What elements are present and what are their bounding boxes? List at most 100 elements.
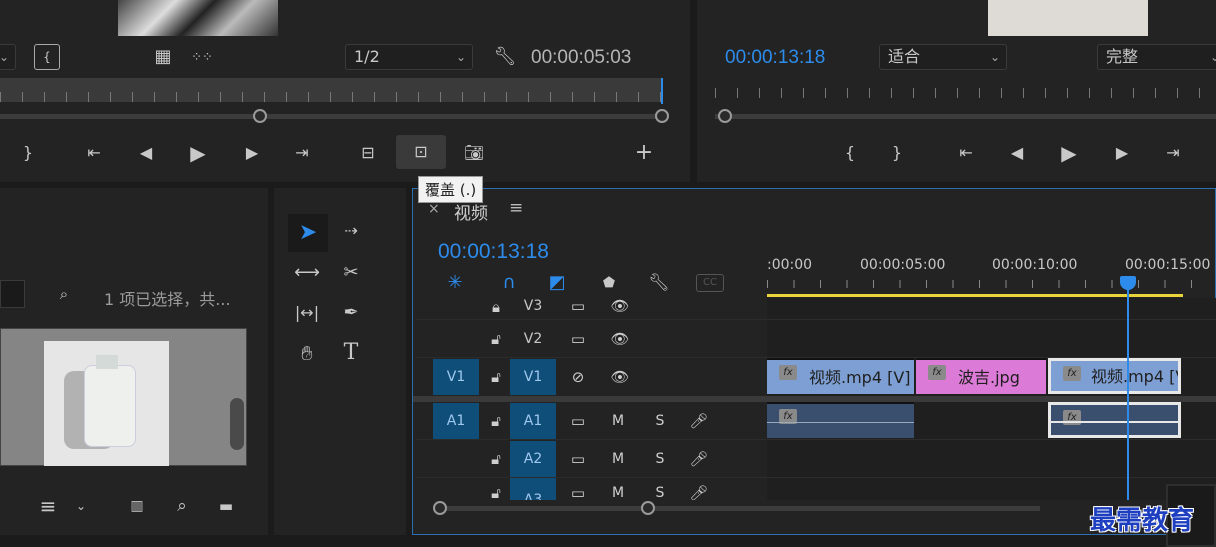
project-search-field[interactable] — [0, 280, 25, 308]
clip-video-2[interactable]: fx 视频.mp4 [V] — [1048, 358, 1181, 394]
source-zoom-dropdown[interactable]: ⌄ — [0, 44, 16, 70]
step-forward-icon[interactable]: ▶︎ — [1108, 139, 1136, 167]
chevron-down-icon[interactable]: ⌄ — [72, 494, 90, 518]
toggle-sync-lock-icon[interactable]: ▭ — [565, 482, 591, 500]
program-zoom-scrollbar[interactable] — [715, 114, 1216, 119]
mark-out-icon[interactable]: } — [14, 139, 42, 167]
play-icon[interactable]: ▶︎ — [184, 139, 212, 167]
go-to-in-icon[interactable]: ⇤ — [80, 139, 108, 167]
type-tool-icon[interactable]: T — [336, 338, 366, 368]
pen-tool-icon[interactable]: ✒︎ — [336, 298, 366, 328]
project-scrollbar[interactable] — [230, 398, 244, 450]
source-resolution-dropdown[interactable]: 1/2 ⌄ — [345, 44, 473, 70]
timeline-timecode[interactable]: 00:00:13:18 — [438, 240, 549, 264]
find-bin-icon[interactable]: ⌕ — [52, 282, 76, 306]
slip-tool-icon[interactable]: |↔| — [292, 298, 322, 328]
mute-button[interactable]: M — [607, 410, 629, 432]
mark-in-icon[interactable]: { — [836, 139, 864, 167]
mute-button[interactable]: M — [607, 482, 629, 500]
close-tab-icon[interactable]: × — [428, 201, 440, 217]
film-icon[interactable]: ▦ — [150, 44, 176, 70]
track-name[interactable]: A3 — [510, 478, 556, 500]
audio-clip-2[interactable]: fx — [1048, 402, 1181, 438]
lock-icon[interactable]: 🔓︎ — [485, 448, 507, 470]
captions-icon[interactable]: CC — [696, 274, 724, 292]
audio-clip-1[interactable]: fx — [767, 402, 914, 438]
sort-icon[interactable]: ≡ — [36, 494, 60, 518]
track-name[interactable]: V2 — [510, 321, 556, 357]
hand-tool-icon[interactable]: ✋︎ — [292, 338, 322, 368]
lock-icon[interactable]: 🔓︎ — [485, 410, 507, 432]
timeline-zoom-handle-right[interactable] — [641, 501, 655, 515]
automate-to-sequence-icon[interactable]: ▥ — [124, 494, 150, 518]
timeline-menu-icon[interactable]: ≡ — [509, 198, 523, 218]
mute-button[interactable]: M — [607, 448, 629, 470]
source-patch-v1[interactable]: V1 — [433, 359, 479, 395]
add-marker-icon[interactable]: ⬟ — [598, 271, 620, 295]
timeline-zoom-handle-left[interactable] — [433, 501, 447, 515]
microphone-icon[interactable]: 🎤︎ — [687, 410, 711, 432]
lock-icon[interactable]: 🔒︎ — [485, 298, 507, 316]
media-thumbnail[interactable] — [44, 341, 169, 466]
track-name[interactable]: V3 — [510, 292, 556, 320]
clip-image[interactable]: fx 波吉.jpg — [916, 358, 1046, 394]
ripple-edit-tool-icon[interactable]: ⟷ — [292, 258, 322, 288]
work-area-bar[interactable] — [767, 294, 1183, 297]
eye-icon[interactable]: 👁︎ — [607, 328, 633, 350]
go-to-in-icon[interactable]: ⇤ — [952, 139, 980, 167]
wrench-icon[interactable]: 🔧︎ — [492, 44, 518, 70]
track-name[interactable]: A1 — [510, 403, 556, 439]
toggle-sync-lock-icon[interactable]: ▭ — [565, 448, 591, 470]
eye-icon[interactable]: 👁︎ — [607, 294, 633, 318]
eye-icon[interactable]: 👁︎ — [607, 366, 633, 388]
audio-waveform-icon[interactable]: ⁘⁘ — [188, 44, 216, 70]
drag-video-icon[interactable]: { — [34, 44, 60, 70]
step-forward-icon[interactable]: ▶︎ — [238, 139, 266, 167]
timeline-settings-icon[interactable]: 🔧︎ — [646, 271, 672, 295]
lock-icon[interactable]: 🔓︎ — [485, 482, 507, 500]
play-icon[interactable]: ▶︎ — [1055, 139, 1083, 167]
new-bin-icon[interactable]: ▬ — [214, 494, 238, 518]
lock-icon[interactable]: 🔓︎ — [485, 366, 507, 388]
solo-button[interactable]: S — [649, 448, 671, 470]
source-zoom-scrollbar[interactable] — [0, 114, 663, 119]
source-zoom-handle-right[interactable] — [655, 109, 669, 123]
microphone-icon[interactable]: 🎤︎ — [687, 482, 711, 500]
nest-insert-icon[interactable]: ✳︎ — [442, 271, 468, 295]
camera-icon[interactable]: 📷︎ — [460, 139, 488, 167]
go-to-out-icon[interactable]: ⇥ — [288, 139, 316, 167]
razor-tool-icon[interactable]: ✂︎ — [336, 258, 366, 288]
step-back-icon[interactable]: ◀︎ — [132, 139, 160, 167]
clip-video-1[interactable]: fx 视频.mp4 [V] — [767, 358, 914, 394]
solo-button[interactable]: S — [649, 482, 671, 500]
lock-icon[interactable]: 🔓︎ — [485, 328, 507, 350]
track-select-tool-icon[interactable]: ⇢ — [336, 216, 366, 246]
program-zoom-handle-left[interactable] — [718, 109, 732, 123]
timeline-zoom-scrollbar[interactable] — [440, 506, 1040, 511]
mark-out-icon[interactable]: } — [883, 139, 911, 167]
selection-tool-icon[interactable]: ➤ — [288, 214, 328, 252]
toggle-sync-lock-icon[interactable]: ⊘ — [565, 366, 591, 388]
source-patch-a1[interactable]: A1 — [433, 403, 479, 439]
toggle-sync-lock-icon[interactable]: ▭ — [565, 294, 591, 318]
go-to-out-icon[interactable]: ⇥ — [1159, 139, 1187, 167]
microphone-icon[interactable]: 🎤︎ — [687, 448, 711, 470]
timeline-ruler-ticks[interactable] — [767, 280, 1216, 288]
track-name[interactable]: V1 — [510, 359, 556, 395]
solo-button[interactable]: S — [649, 410, 671, 432]
program-timecode[interactable]: 00:00:13:18 — [725, 47, 825, 69]
toggle-sync-lock-icon[interactable]: ▭ — [565, 410, 591, 432]
insert-icon[interactable]: ⊟ — [354, 139, 382, 167]
overwrite-icon[interactable]: ⊡ — [396, 135, 446, 169]
source-playhead[interactable] — [661, 78, 663, 104]
step-back-icon[interactable]: ◀︎ — [1003, 139, 1031, 167]
add-button-icon[interactable]: + — [630, 139, 658, 167]
program-time-ruler[interactable] — [715, 88, 1216, 102]
search-icon[interactable]: ⌕ — [170, 494, 194, 518]
source-zoom-handle-left[interactable] — [253, 109, 267, 123]
source-time-ruler[interactable] — [0, 78, 663, 102]
toggle-sync-lock-icon[interactable]: ▭ — [565, 328, 591, 350]
program-fit-dropdown[interactable]: 适合 ⌄ — [879, 44, 1007, 70]
program-quality-dropdown[interactable]: 完整 ⌄ — [1097, 44, 1216, 70]
track-name[interactable]: A2 — [510, 441, 556, 477]
